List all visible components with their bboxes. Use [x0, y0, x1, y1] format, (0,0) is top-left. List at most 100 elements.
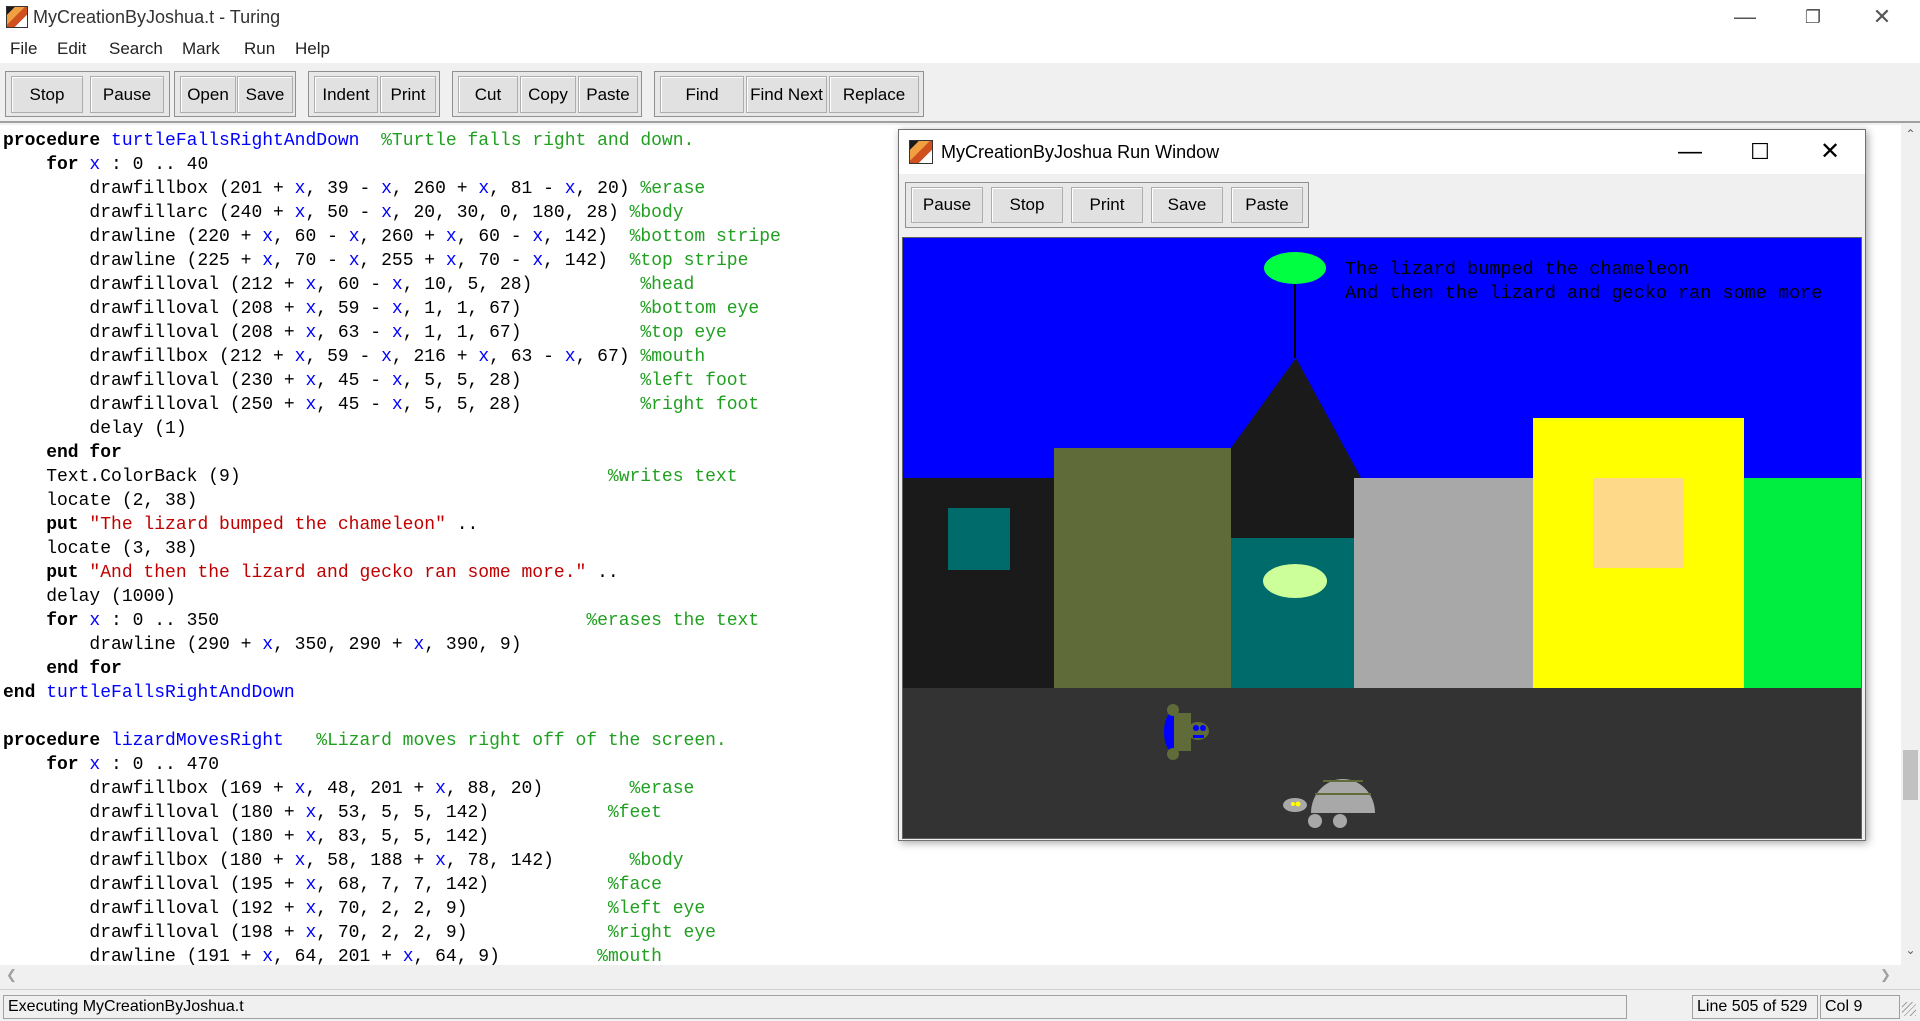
status-column: Col 9 [1820, 995, 1900, 1019]
grass-patch [1744, 478, 1861, 688]
close-icon[interactable]: ✕ [1852, 2, 1912, 32]
copy-button[interactable]: Copy [520, 76, 576, 113]
run-save-button[interactable]: Save [1151, 187, 1223, 223]
window-title: MyCreationByJoshua.t - Turing [33, 7, 281, 27]
run-paste-button[interactable]: Paste [1231, 187, 1303, 223]
building-olive [1054, 448, 1235, 688]
code-line: end for [3, 659, 122, 679]
toolbar-group-search: Find Find Next Replace [654, 71, 924, 117]
menu-run[interactable]: Run [244, 39, 275, 59]
vertical-scroll-thumb[interactable] [1903, 750, 1918, 800]
code-line: drawfillbox (169 + x, 48, 201 + x, 88, 2… [3, 779, 695, 799]
stop-button[interactable]: Stop [11, 76, 83, 113]
find-button[interactable]: Find [660, 76, 744, 113]
scroll-left-icon[interactable]: ❮ [6, 967, 17, 983]
code-line: end turtleFallsRightAndDown [3, 683, 295, 703]
indent-button[interactable]: Indent [314, 76, 378, 113]
menu-search[interactable]: Search [109, 39, 163, 59]
code-line: put "And then the lizard and gecko ran s… [3, 563, 619, 583]
cut-button[interactable]: Cut [458, 76, 518, 113]
code-line: drawfilloval (180 + x, 83, 5, 5, 142) [3, 827, 490, 847]
run-minimize-icon[interactable]: — [1658, 136, 1722, 168]
code-line: drawfilloval (212 + x, 60 - x, 10, 5, 28… [3, 275, 695, 295]
code-line: delay (1) [3, 419, 187, 439]
horizontal-scrollbar[interactable]: ❮ ❯ [0, 965, 1901, 986]
code-line: drawfilloval (198 + x, 70, 2, 2, 9) %rig… [3, 923, 716, 943]
code-line: delay (1000) [3, 587, 176, 607]
code-line: drawfilloval (208 + x, 59 - x, 1, 1, 67)… [3, 299, 760, 319]
code-line: drawline (220 + x, 60 - x, 260 + x, 60 -… [3, 227, 781, 247]
scroll-down-icon[interactable]: ⌄ [1901, 943, 1920, 957]
title-bar: MyCreationByJoshua.t - Turing — ❐ ✕ [0, 0, 1920, 36]
toolbar-group-clipboard: Cut Copy Paste [452, 71, 642, 117]
run-window-icon [909, 140, 933, 164]
code-line: drawfilloval (230 + x, 45 - x, 5, 5, 28)… [3, 371, 749, 391]
code-line: locate (3, 38) [3, 539, 198, 559]
scene-drawing: The lizard bumped the chameleon And then… [903, 238, 1861, 838]
code-line: put "The lizard bumped the chameleon" .. [3, 515, 479, 535]
code-line: drawfillarc (240 + x, 50 - x, 20, 30, 0,… [3, 203, 684, 223]
run-pause-button[interactable]: Pause [911, 187, 983, 223]
building-window-teal [948, 508, 1010, 570]
menu-edit[interactable]: Edit [57, 39, 86, 59]
resize-grip-icon[interactable] [1902, 1002, 1916, 1016]
toolbar-group-format: Indent Print [308, 71, 440, 117]
paste-button[interactable]: Paste [578, 76, 638, 113]
code-line: for x : 0 .. 350 %erases the text [3, 611, 760, 631]
output-line-1: The lizard bumped the chameleon [1345, 259, 1689, 280]
run-maximize-icon[interactable]: ☐ [1728, 136, 1792, 168]
find-next-button[interactable]: Find Next [746, 76, 827, 113]
code-line: drawline (191 + x, 64, 201 + x, 64, 9) %… [3, 947, 662, 965]
code-line: drawfilloval (195 + x, 68, 7, 7, 142) %f… [3, 875, 662, 895]
toolbar: Stop Pause Open Save Indent Print Cut Co… [0, 63, 1920, 123]
scroll-up-icon[interactable]: ⌃ [1901, 127, 1920, 141]
print-button[interactable]: Print [380, 76, 436, 113]
minimize-icon[interactable]: — [1715, 2, 1775, 32]
menu-bar: File Edit Search Mark Run Help [0, 36, 1920, 63]
code-line: drawfillbox (180 + x, 58, 188 + x, 78, 1… [3, 851, 684, 871]
menu-mark[interactable]: Mark [182, 39, 220, 59]
code-line: locate (2, 38) [3, 491, 198, 511]
toolbar-group-run: Stop Pause [5, 71, 170, 117]
code-line: drawfilloval (250 + x, 45 - x, 5, 5, 28)… [3, 395, 760, 415]
code-line: drawfilloval (208 + x, 63 - x, 1, 1, 67)… [3, 323, 727, 343]
code-line: drawfillbox (201 + x, 39 - x, 260 + x, 8… [3, 179, 706, 199]
status-line-number: Line 505 of 529 [1692, 995, 1818, 1019]
code-line: for x : 0 .. 470 [3, 755, 220, 775]
status-bar: Executing MyCreationByJoshua.t Line 505 … [0, 989, 1920, 1021]
run-window-title-bar[interactable]: MyCreationByJoshua Run Window — ☐ ✕ [899, 130, 1865, 174]
open-button[interactable]: Open [180, 76, 236, 113]
turing-app-icon [6, 6, 28, 28]
status-message: Executing MyCreationByJoshua.t [3, 995, 1627, 1019]
run-stop-button[interactable]: Stop [991, 187, 1063, 223]
output-line-2: And then the lizard and gecko ran some m… [1345, 283, 1822, 304]
run-window-toolbar: Pause Stop Print Save Paste [905, 182, 1309, 228]
building-gray [1354, 478, 1534, 688]
building-window-peach [1593, 478, 1684, 568]
run-output-canvas: The lizard bumped the chameleon And then… [902, 237, 1862, 839]
run-print-button[interactable]: Print [1071, 187, 1143, 223]
menu-help[interactable]: Help [295, 39, 330, 59]
scroll-right-icon[interactable]: ❯ [1880, 967, 1891, 983]
menu-file[interactable]: File [10, 39, 37, 59]
code-line: end for [3, 443, 122, 463]
run-window-title: MyCreationByJoshua Run Window [941, 142, 1220, 162]
pause-button[interactable]: Pause [90, 76, 164, 113]
vertical-scrollbar[interactable]: ⌃ ⌄ [1901, 125, 1920, 965]
road [903, 688, 1861, 838]
restore-icon[interactable]: ❐ [1783, 2, 1843, 32]
code-line: drawline (290 + x, 350, 290 + x, 390, 9) [3, 635, 522, 655]
code-line: drawfillbox (212 + x, 59 - x, 216 + x, 6… [3, 347, 706, 367]
code-line: drawline (225 + x, 70 - x, 255 + x, 70 -… [3, 251, 749, 271]
sun [1264, 252, 1326, 284]
code-line: Text.ColorBack (9) %writes text [3, 467, 738, 487]
code-line: procedure lizardMovesRight %Lizard moves… [3, 731, 727, 751]
save-button[interactable]: Save [237, 76, 293, 113]
run-window[interactable]: MyCreationByJoshua Run Window — ☐ ✕ Paus… [898, 129, 1866, 841]
code-line: drawfilloval (192 + x, 70, 2, 2, 9) %lef… [3, 899, 706, 919]
building-oval-window [1263, 564, 1327, 598]
run-close-icon[interactable]: ✕ [1798, 136, 1862, 168]
replace-button[interactable]: Replace [829, 76, 919, 113]
building-teal [1231, 538, 1355, 688]
code-line: for x : 0 .. 40 [3, 155, 209, 175]
